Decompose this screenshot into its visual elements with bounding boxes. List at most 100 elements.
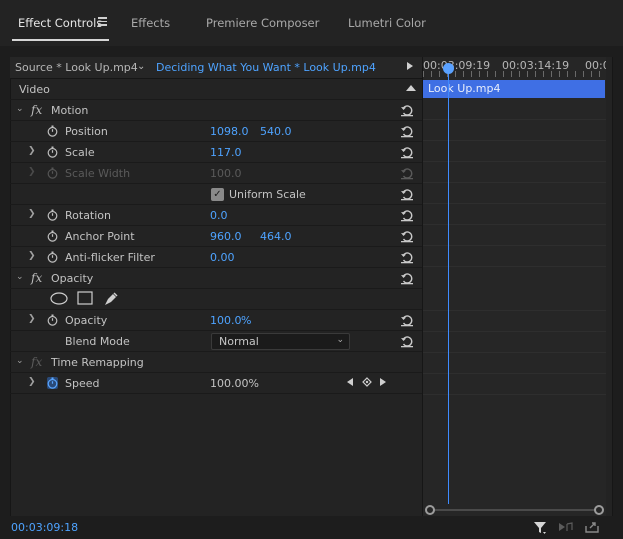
reset-icon[interactable] [400,187,414,201]
timeline-zoom-scrollbar[interactable] [425,504,606,516]
active-tab-indicator [12,39,109,41]
timeline-row-divider [423,119,606,120]
scrollbar-left-handle[interactable] [425,505,435,515]
stopwatch-icon[interactable] [47,209,58,221]
mini-timeline[interactable] [423,79,606,516]
property-opacity: ❯ Opacity 100.0 % [10,310,422,331]
opacity-unit: % [241,314,252,327]
current-timecode[interactable]: 00:03:09:18 [11,521,78,534]
position-y-value[interactable]: 540.0 [260,125,292,138]
timeline-row-divider [423,310,606,311]
add-keyframe-icon[interactable] [362,377,372,387]
tab-effects[interactable]: Effects [131,16,170,30]
sequence-clip-label[interactable]: Deciding What You Want * Look Up.mp4 [156,61,376,74]
property-position: Position 1098.0 540.0 [10,121,422,142]
anchor-x-value[interactable]: 960.0 [210,230,242,243]
twirl-right-icon[interactable]: ❯ [28,377,36,387]
chevron-down-icon[interactable]: ⌄ [137,61,145,72]
fx-icon[interactable]: fx [31,271,42,285]
timeline-row-divider [423,140,606,141]
play-icon[interactable] [407,62,413,70]
reset-icon[interactable] [400,334,414,348]
uniform-scale-checkbox[interactable]: ✓ [211,188,224,201]
stopwatch-icon[interactable] [47,251,58,263]
effect-name: Opacity [51,272,94,285]
anchor-y-value[interactable]: 464.0 [260,230,292,243]
reset-icon[interactable] [400,313,414,327]
twirl-right-icon[interactable]: ❯ [28,251,36,261]
twirl-down-icon[interactable]: ⌄ [16,356,24,366]
collapse-up-icon[interactable] [406,85,416,91]
twirl-right-icon[interactable]: ❯ [28,209,36,219]
reset-icon[interactable] [400,250,414,264]
reset-icon[interactable] [400,124,414,138]
play-audio-icon[interactable] [558,520,574,534]
twirl-down-icon[interactable]: ⌄ [16,104,24,114]
opacity-value[interactable]: 100.0 [210,314,242,327]
stopwatch-icon[interactable] [47,230,58,242]
position-x-value[interactable]: 1098.0 [210,125,249,138]
stopwatch-icon[interactable] [47,314,58,326]
clip-bar-label: Look Up.mp4 [428,82,501,95]
effect-time-remapping[interactable]: ⌄ fx Time Remapping [10,352,422,373]
uniform-scale-label: Uniform Scale [229,188,306,201]
blend-mode-dropdown[interactable]: Normal ⌄ [211,333,350,350]
property-label: Rotation [65,209,112,222]
rectangle-mask-icon[interactable] [77,291,93,305]
timeline-row-divider [423,373,606,374]
clip-bar[interactable]: Look Up.mp4 [423,80,605,98]
anti-flicker-value[interactable]: 0.00 [210,251,235,264]
property-label: Position [65,125,108,138]
stopwatch-active-icon[interactable] [47,377,58,389]
timeline-row-divider [423,331,606,332]
previous-keyframe-icon[interactable] [347,378,353,386]
rotation-value[interactable]: 0.0 [210,209,228,222]
reset-icon[interactable] [400,208,414,222]
timeline-row-divider [423,394,606,395]
video-section-label: Video [19,83,50,96]
scrollbar-track[interactable] [431,509,599,511]
tab-effect-controls[interactable]: Effect Controls [18,16,102,30]
panel-menu-icon[interactable] [98,17,107,26]
fx-icon[interactable]: fx [31,103,42,117]
tab-lumetri-color[interactable]: Lumetri Color [348,16,426,30]
playhead-line[interactable] [448,64,449,504]
mask-tools-row [10,289,422,310]
panel-splitter[interactable] [422,57,423,516]
tab-premiere-composer[interactable]: Premiere Composer [206,16,319,30]
effect-motion[interactable]: ⌄ fx Motion [10,100,422,121]
scrollbar-right-handle[interactable] [594,505,604,515]
playhead-handle[interactable] [443,63,454,74]
filter-icon[interactable] [533,520,547,534]
scale-value[interactable]: 117.0 [210,146,242,159]
pen-mask-icon[interactable] [103,291,119,306]
twirl-right-icon[interactable]: ❯ [28,314,36,324]
reset-icon[interactable] [400,271,414,285]
export-icon[interactable] [584,520,600,534]
source-clip-label[interactable]: Source * Look Up.mp4 [15,61,138,74]
speed-value[interactable]: 100.00% [210,377,259,390]
next-keyframe-icon[interactable] [380,378,386,386]
panel-tab-bar: Effect Controls Effects Premiere Compose… [0,0,623,46]
timeline-row-divider [423,352,606,353]
effect-name: Time Remapping [51,356,144,369]
effect-opacity[interactable]: ⌄ fx Opacity [10,268,422,289]
twirl-right-icon[interactable]: ❯ [28,146,36,156]
effect-name: Motion [51,104,89,117]
property-anti-flicker: ❯ Anti-flicker Filter 0.00 [10,247,422,268]
source-header: Source * Look Up.mp4 ⌄ Deciding What You… [10,57,422,79]
twirl-down-icon[interactable]: ⌄ [16,272,24,282]
timeline-row-divider [423,203,606,204]
property-scale: ❯ Scale 117.0 [10,142,422,163]
fx-icon: fx [31,355,43,369]
stopwatch-icon[interactable] [47,146,58,158]
property-scale-width: ❯ Scale Width 100.0 [10,163,422,184]
stopwatch-icon[interactable] [47,125,58,137]
property-label: Blend Mode [65,335,130,348]
reset-icon[interactable] [400,229,414,243]
property-speed: ❯ Speed 100.00% [10,373,422,394]
video-section-header: Video [10,79,422,100]
ellipse-mask-icon[interactable] [50,292,68,305]
reset-icon[interactable] [400,103,414,117]
reset-icon[interactable] [400,145,414,159]
